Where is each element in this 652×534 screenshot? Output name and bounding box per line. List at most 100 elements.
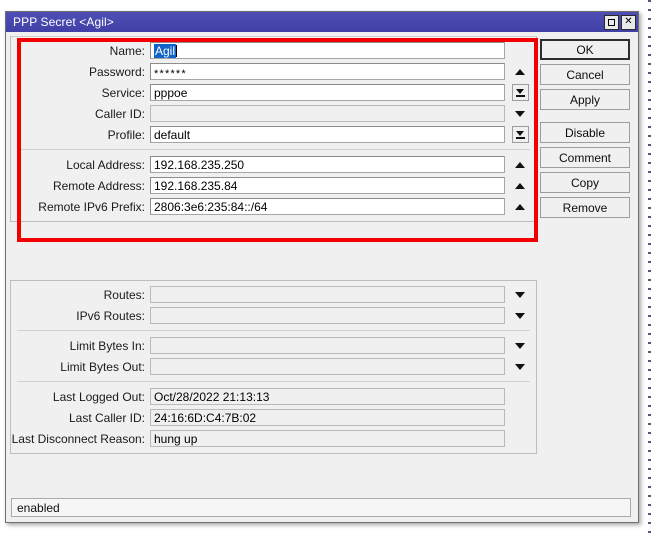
- dropdown-arrow-icon: [511, 84, 529, 101]
- password-input[interactable]: ******: [150, 63, 505, 80]
- status-bar-text: enabled: [17, 500, 60, 515]
- dropdown-bar-glyph: [515, 136, 525, 139]
- profile-input[interactable]: default: [150, 126, 505, 143]
- label-limit-bytes-out: Limit Bytes Out:: [60, 359, 145, 374]
- window-titlebar[interactable]: PPP Secret <Agil> ✕: [6, 12, 638, 32]
- ipv6-routes-input[interactable]: [150, 307, 505, 324]
- field-row-caller-id: Caller ID:: [11, 103, 536, 124]
- last-caller-id-widget-placeholder: [508, 408, 532, 427]
- triangle-down-icon: [515, 363, 525, 370]
- group-separator: [17, 381, 530, 382]
- limit-bytes-out-input[interactable]: [150, 358, 505, 375]
- field-row-last-logged-out: Last Logged Out: Oct/28/2022 21:13:13: [11, 386, 536, 407]
- button-group-spacer: [540, 114, 630, 118]
- password-expand-button[interactable]: [508, 62, 532, 81]
- last-logged-out-value: Oct/28/2022 21:13:13: [154, 389, 270, 404]
- local-address-expand-button[interactable]: [508, 155, 532, 174]
- triangle-down-icon: [515, 291, 525, 298]
- label-last-logged-out: Last Logged Out:: [52, 389, 145, 404]
- last-caller-id-value-box: 24:16:6D:C4:7B:02: [150, 409, 505, 426]
- password-input-value: ******: [154, 67, 187, 80]
- group-separator: [17, 330, 530, 331]
- limit-bytes-out-expand-button[interactable]: [508, 357, 532, 376]
- local-address-input[interactable]: 192.168.235.250: [150, 156, 505, 173]
- caller-id-input[interactable]: [150, 105, 505, 122]
- triangle-down-icon: [516, 88, 524, 94]
- service-dropdown-button[interactable]: [508, 83, 532, 102]
- local-address-input-value: 192.168.235.250: [154, 157, 245, 172]
- last-caller-id-value: 24:16:6D:C4:7B:02: [154, 410, 257, 425]
- last-logged-out-widget-placeholder: [508, 387, 532, 406]
- label-routes: Routes:: [103, 287, 145, 302]
- field-row-password: Password: ******: [11, 61, 536, 82]
- last-disconnect-reason-value-box: hung up: [150, 430, 505, 447]
- apply-button[interactable]: Apply: [540, 89, 630, 110]
- triangle-up-icon: [515, 161, 525, 168]
- triangle-down-icon: [515, 110, 525, 117]
- ok-button[interactable]: OK: [540, 39, 630, 60]
- cancel-button[interactable]: Cancel: [540, 64, 630, 85]
- text-caret: [176, 44, 178, 57]
- desktop-backdrop: PPP Secret <Agil> ✕ Name: Agil Password:…: [0, 0, 652, 534]
- routes-panel: Routes: IPv6 Routes: Limit Bytes In: Lim…: [10, 280, 537, 454]
- dropdown-arrow-icon: [511, 126, 529, 143]
- triangle-up-icon: [515, 182, 525, 189]
- triangle-up-icon: [515, 203, 525, 210]
- field-row-remote-ipv6-prefix: Remote IPv6 Prefix: 2806:3e6:235:84::/64: [11, 196, 536, 217]
- window-edge-marker: [648, 0, 651, 534]
- name-input[interactable]: Agil: [150, 42, 505, 59]
- status-bar: enabled: [11, 498, 631, 517]
- label-ipv6-routes: IPv6 Routes:: [76, 308, 145, 323]
- field-row-service: Service: pppoe: [11, 82, 536, 103]
- limit-bytes-in-input[interactable]: [150, 337, 505, 354]
- field-row-routes: Routes:: [11, 284, 536, 305]
- name-input-value: Agil: [154, 43, 177, 58]
- triangle-down-icon: [515, 342, 525, 349]
- field-row-name: Name: Agil: [11, 40, 536, 61]
- remote-ipv6-prefix-input[interactable]: 2806:3e6:235:84::/64: [150, 198, 505, 215]
- field-row-ipv6-routes: IPv6 Routes:: [11, 305, 536, 326]
- label-last-caller-id: Last Caller ID:: [68, 410, 145, 425]
- dialog-client-area: Name: Agil Password: ****** Service: ppp…: [6, 32, 638, 522]
- caller-id-expand-button[interactable]: [508, 104, 532, 123]
- label-limit-bytes-in: Limit Bytes In:: [69, 338, 145, 353]
- remote-address-input[interactable]: 192.168.235.84: [150, 177, 505, 194]
- field-row-last-disconnect-reason: Last Disconnect Reason: hung up: [11, 428, 536, 449]
- remote-ipv6-prefix-expand-button[interactable]: [508, 197, 532, 216]
- service-input[interactable]: pppoe: [150, 84, 505, 101]
- label-remote-address: Remote Address:: [52, 178, 145, 193]
- triangle-up-icon: [515, 68, 525, 75]
- field-row-profile: Profile: default: [11, 124, 536, 145]
- routes-input[interactable]: [150, 286, 505, 303]
- limit-bytes-in-expand-button[interactable]: [508, 336, 532, 355]
- field-row-limit-bytes-out: Limit Bytes Out:: [11, 356, 536, 377]
- name-widget-placeholder: [508, 41, 532, 60]
- last-disconnect-reason-value: hung up: [154, 431, 198, 446]
- maximize-square-glyph: [608, 18, 615, 26]
- profile-dropdown-button[interactable]: [508, 125, 532, 144]
- profile-input-value: default: [154, 127, 191, 142]
- close-icon[interactable]: ✕: [621, 14, 636, 30]
- window-title: PPP Secret <Agil>: [13, 15, 114, 29]
- field-row-last-caller-id: Last Caller ID: 24:16:6D:C4:7B:02: [11, 407, 536, 428]
- last-logged-out-value-box: Oct/28/2022 21:13:13: [150, 388, 505, 405]
- field-row-local-address: Local Address: 192.168.235.250: [11, 154, 536, 175]
- disable-button[interactable]: Disable: [540, 122, 630, 143]
- remove-button[interactable]: Remove: [540, 197, 630, 218]
- triangle-down-icon: [516, 130, 524, 136]
- group-separator: [17, 149, 530, 150]
- remote-address-expand-button[interactable]: [508, 176, 532, 195]
- copy-button[interactable]: Copy: [540, 172, 630, 193]
- label-local-address: Local Address:: [66, 157, 145, 172]
- label-password: Password:: [88, 64, 145, 79]
- label-name: Name:: [109, 43, 145, 58]
- ipv6-routes-expand-button[interactable]: [508, 306, 532, 325]
- routes-expand-button[interactable]: [508, 285, 532, 304]
- maximize-icon[interactable]: [604, 14, 619, 30]
- comment-button[interactable]: Comment: [540, 147, 630, 168]
- remote-address-input-value: 192.168.235.84: [154, 178, 238, 193]
- dialog-button-column: OK Cancel Apply Disable Comment Copy Rem…: [540, 39, 630, 218]
- label-profile: Profile:: [107, 127, 145, 142]
- label-remote-ipv6-prefix: Remote IPv6 Prefix:: [38, 199, 145, 214]
- field-row-limit-bytes-in: Limit Bytes In:: [11, 335, 536, 356]
